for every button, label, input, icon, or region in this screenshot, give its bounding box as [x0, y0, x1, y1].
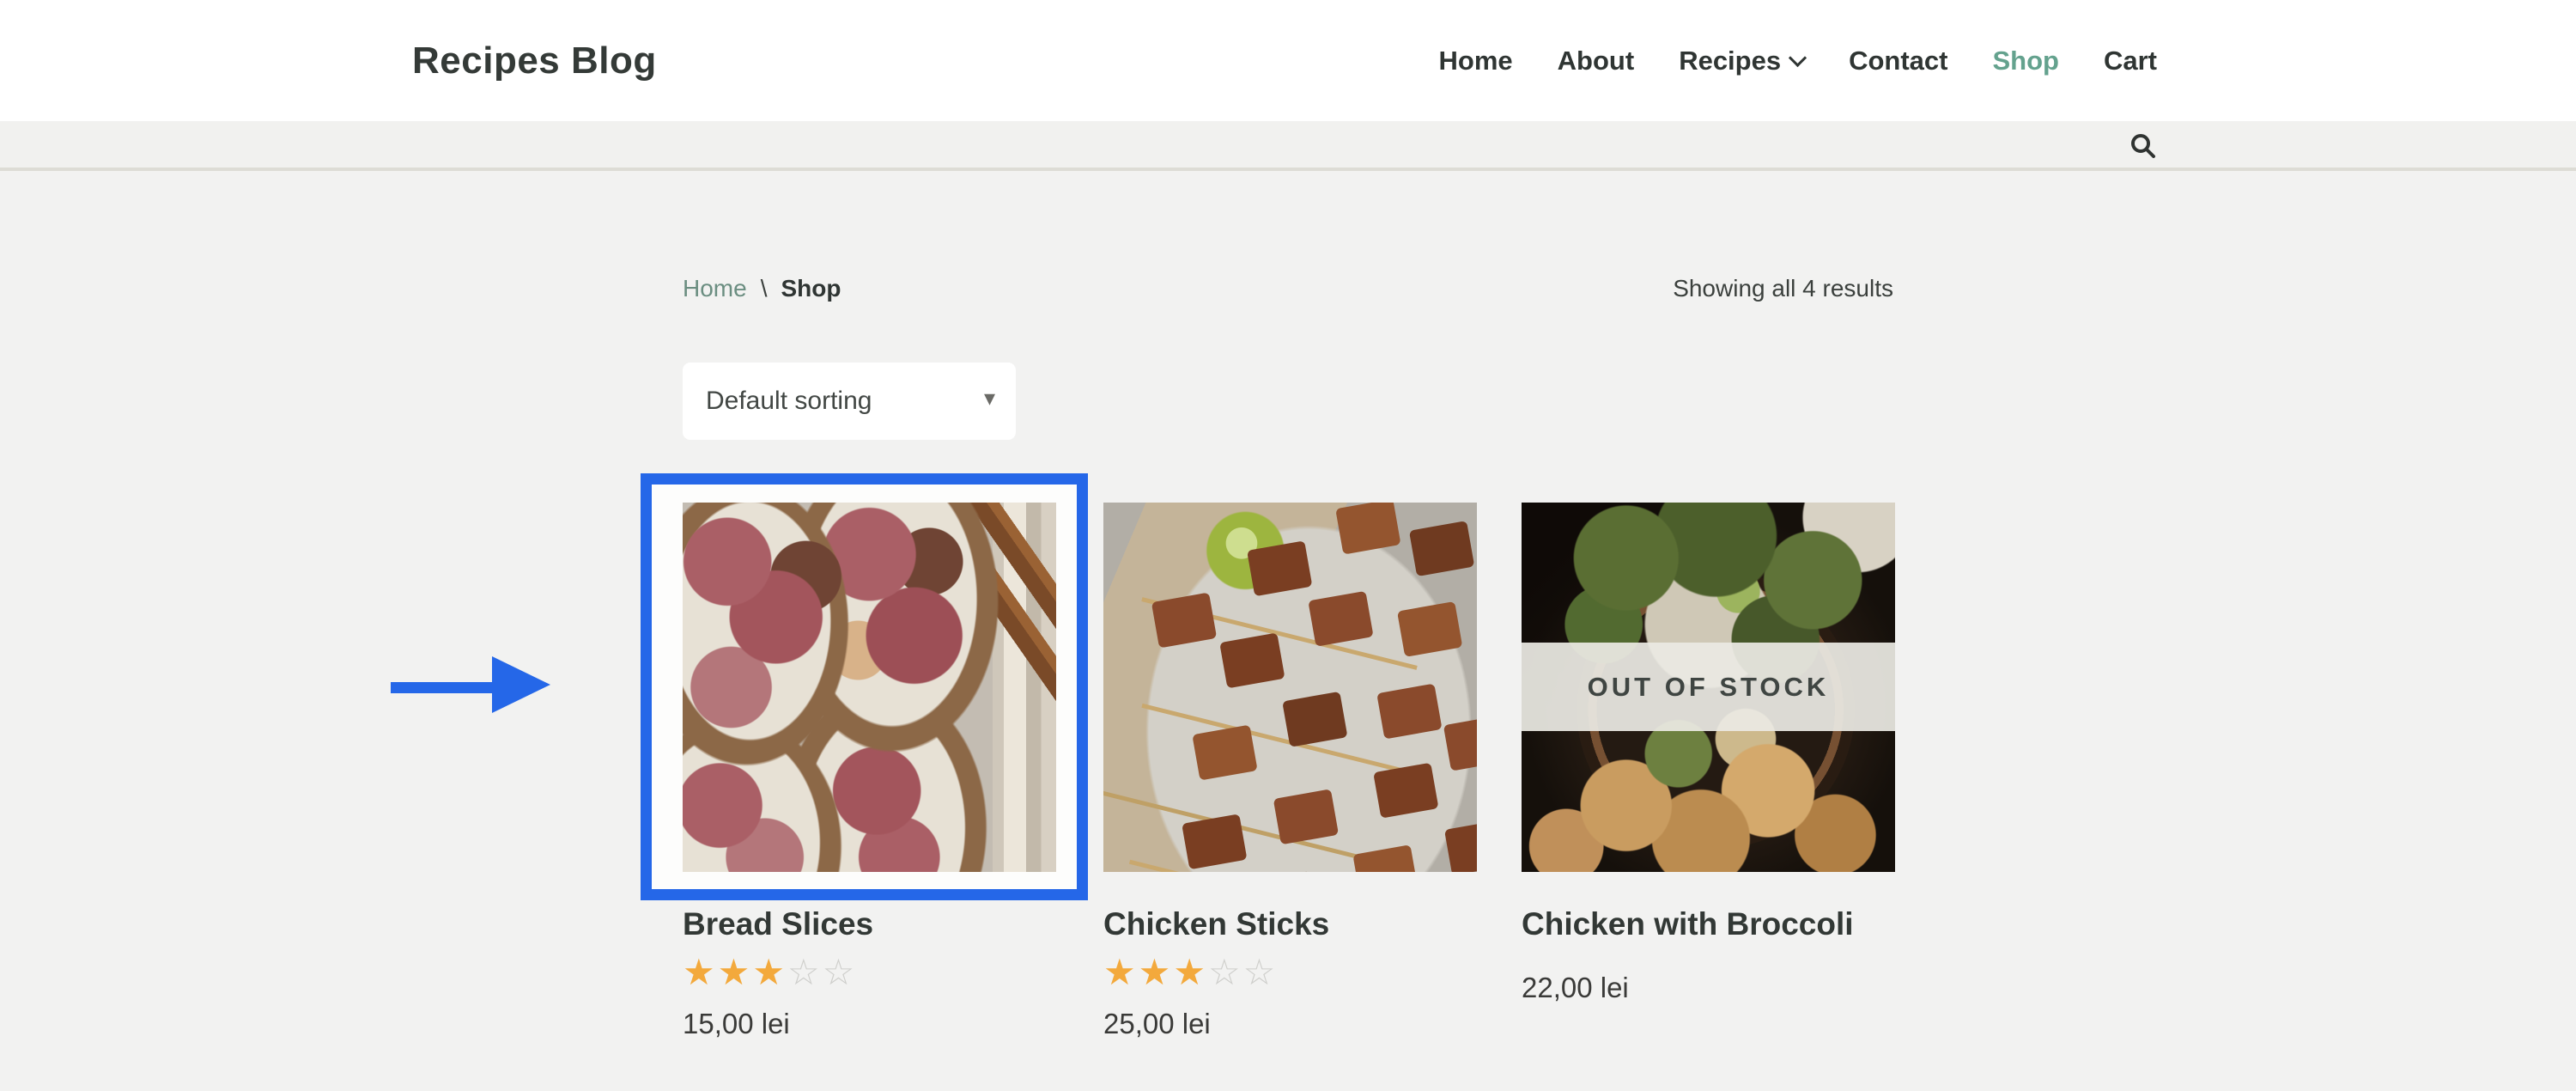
search-toolbar — [0, 121, 2576, 171]
search-icon[interactable] — [2128, 131, 2159, 162]
nav-item-recipes[interactable]: Recipes — [1679, 46, 1807, 76]
star-filled-icon: ★ — [717, 952, 753, 992]
star-empty-icon: ☆ — [1242, 952, 1279, 992]
sort-dropdown[interactable]: Default sorting ▾ — [683, 363, 1016, 440]
arrow-annotation-shaft — [391, 682, 494, 693]
star-filled-icon: ★ — [683, 952, 718, 992]
product-card-chicken-sticks: Chicken Sticks ★★★☆☆ 25,00 lei — [1103, 503, 1477, 1040]
star-filled-icon: ★ — [752, 952, 787, 992]
product-card-bread-slices: Bread Slices ★★★☆☆ 15,00 lei — [683, 503, 1056, 1040]
breadcrumb: Home \ Shop — [683, 275, 841, 302]
star-filled-icon: ★ — [1173, 952, 1208, 992]
site-logo[interactable]: Recipes Blog — [412, 40, 657, 82]
product-image-bread-slices[interactable] — [683, 503, 1056, 872]
star-filled-icon: ★ — [1138, 952, 1174, 992]
arrow-annotation-head-icon — [492, 656, 550, 713]
product-title[interactable]: Bread Slices — [683, 906, 1056, 942]
nav-item-contact[interactable]: Contact — [1849, 46, 1947, 76]
breadcrumb-current: Shop — [781, 275, 841, 302]
breadcrumb-row: Home \ Shop Showing all 4 results — [683, 271, 1893, 306]
product-price: 25,00 lei — [1103, 1008, 1211, 1039]
nav-item-cart[interactable]: Cart — [2104, 46, 2157, 76]
nav-item-shop[interactable]: Shop — [1992, 46, 2059, 76]
sort-selected-value: Default sorting — [706, 387, 872, 415]
site-header: Recipes Blog Home About Recipes Contact … — [0, 0, 2576, 121]
star-filled-icon: ★ — [1103, 952, 1139, 992]
chevron-down-icon — [1788, 48, 1807, 68]
product-image-chicken-sticks[interactable] — [1103, 503, 1477, 872]
product-price: 15,00 lei — [683, 1008, 790, 1039]
main-nav: Home About Recipes Contact Shop Cart — [1439, 46, 2157, 76]
product-price: 22,00 lei — [1522, 972, 1629, 1003]
star-empty-icon: ☆ — [1207, 952, 1243, 992]
product-title[interactable]: Chicken with Broccoli — [1522, 906, 1895, 942]
star-empty-icon: ☆ — [822, 952, 858, 992]
star-rating: ★★★☆☆ — [1103, 954, 1477, 990]
product-card-chicken-broccoli: OUT OF STOCK Chicken with Broccoli 22,00… — [1522, 503, 1895, 1004]
out-of-stock-badge: OUT OF STOCK — [1522, 643, 1895, 731]
breadcrumb-separator: \ — [760, 275, 768, 302]
dropdown-arrow-icon: ▾ — [983, 385, 995, 411]
results-count-text: Showing all 4 results — [1673, 275, 1893, 302]
breadcrumb-home-link[interactable]: Home — [683, 275, 747, 302]
star-rating: ★★★☆☆ — [683, 954, 1056, 990]
product-title[interactable]: Chicken Sticks — [1103, 906, 1477, 942]
nav-item-about[interactable]: About — [1558, 46, 1635, 76]
product-image-chicken-broccoli[interactable]: OUT OF STOCK — [1522, 503, 1895, 872]
nav-item-home[interactable]: Home — [1439, 46, 1513, 76]
star-empty-icon: ☆ — [787, 952, 823, 992]
